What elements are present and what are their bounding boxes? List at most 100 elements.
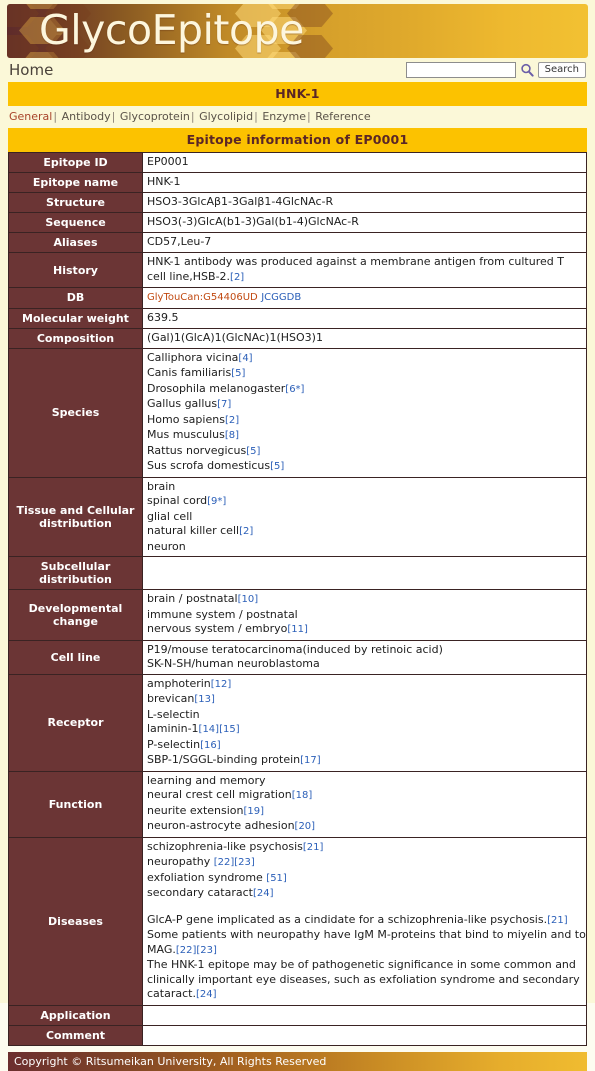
list-item: neuron-astrocyte adhesion[20] bbox=[147, 819, 586, 835]
epitope-info-table: Epitope ID EP0001 Epitope name HNK-1 Str… bbox=[8, 152, 587, 1046]
list-item-text: L-selectin bbox=[147, 707, 200, 721]
row-value-db: GlyTouCan:G54406UD JCGGDB bbox=[142, 287, 587, 309]
row-value-receptor: amphoterin[12] brevican[13] L-selectin lami… bbox=[142, 673, 587, 772]
reference-link[interactable]: [11] bbox=[287, 624, 308, 635]
reference-link[interactable]: [18] bbox=[292, 790, 313, 801]
list-item-text: Mus musculus bbox=[147, 428, 225, 441]
reference-link[interactable]: [5] bbox=[270, 461, 284, 472]
list-item: exfoliation syndrome [51] bbox=[147, 871, 586, 887]
reference-link[interactable]: [12] bbox=[211, 679, 232, 690]
row-label-cell-line: Cell line bbox=[8, 639, 143, 675]
row-label-molecular-weight: Molecular weight bbox=[8, 307, 143, 329]
list-item: Calliphora vicina[4] bbox=[147, 351, 586, 367]
list-item-text: P19/mouse teratocarcinoma(induced by ret… bbox=[147, 642, 443, 656]
reference-link[interactable]: [14][15] bbox=[199, 724, 240, 735]
list-item-text: Homo sapiens bbox=[147, 412, 225, 426]
list-item-text: immune system / postnatal bbox=[147, 607, 298, 621]
table-row: Structure HSO3-3GlcAβ1-3Galβ1-4GlcNAc-R bbox=[8, 192, 587, 213]
nav-link-reference[interactable]: Reference bbox=[315, 110, 370, 123]
reference-link[interactable]: [8] bbox=[225, 430, 239, 441]
reference-link[interactable]: [24] bbox=[253, 888, 274, 899]
reference-link[interactable]: [24] bbox=[196, 989, 217, 1000]
row-value-species: Calliphora vicina[4] Canis familiaris[5] D… bbox=[142, 347, 587, 478]
reference-link[interactable]: [21] bbox=[303, 842, 324, 853]
reference-link[interactable]: [22][23] bbox=[214, 857, 255, 868]
list-item-text: secondary cataract bbox=[147, 886, 253, 899]
list-item: Sus scrofa domesticus[5] bbox=[147, 459, 586, 475]
reference-link[interactable]: [2] bbox=[230, 272, 244, 283]
table-row: Sequence HSO3(-3)GlcA(b1-3)Gal(b1-4)GlcN… bbox=[8, 212, 587, 233]
reference-link[interactable]: [6*] bbox=[285, 384, 304, 395]
list-item-text: neuron bbox=[147, 539, 186, 553]
search-input[interactable] bbox=[405, 61, 516, 78]
list-item-text: Sus scrofa domesticus bbox=[147, 459, 271, 472]
glytoucan-link[interactable]: GlyTouCan:G54406UD bbox=[147, 292, 258, 303]
site-banner: GlycoEpitope bbox=[7, 4, 588, 58]
history-text: HNK-1 antibody was produced against a me… bbox=[147, 255, 564, 283]
reference-link[interactable]: [7] bbox=[217, 399, 231, 410]
list-item: Mus musculus[8] bbox=[147, 428, 586, 444]
reference-link[interactable]: [20] bbox=[295, 821, 316, 832]
list-item: GlcA-P gene implicated as a cindidate fo… bbox=[147, 913, 586, 929]
list-item: natural killer cell[2] bbox=[147, 524, 586, 540]
row-label-function: Function bbox=[8, 770, 143, 838]
row-label-tissue: Tissue and Cellular distribution bbox=[8, 476, 143, 557]
reference-link[interactable]: [2] bbox=[239, 526, 253, 537]
row-value-application bbox=[142, 1004, 587, 1026]
reference-link[interactable]: [13] bbox=[194, 694, 215, 705]
table-row: Diseases schizophrenia-like psychosis[21… bbox=[8, 836, 587, 1006]
reference-link[interactable]: [21] bbox=[547, 915, 568, 926]
section-title-banner: Epitope information of EP0001 bbox=[8, 128, 587, 152]
reference-link[interactable]: [10] bbox=[238, 594, 259, 605]
reference-link[interactable]: [5] bbox=[231, 368, 245, 379]
reference-link[interactable]: [2] bbox=[225, 415, 239, 426]
logo-text-epitope: Epitope bbox=[151, 6, 305, 54]
home-link[interactable]: Home bbox=[9, 60, 53, 80]
list-item-text: Calliphora vicina bbox=[147, 350, 239, 364]
list-item: immune system / postnatal bbox=[147, 608, 586, 623]
table-row: Epitope ID EP0001 bbox=[8, 152, 587, 173]
nav-link-glycoprotein[interactable]: Glycoprotein bbox=[120, 110, 190, 123]
diseases-list: schizophrenia-like psychosis[21] neuropat… bbox=[147, 840, 586, 902]
reference-link[interactable]: [5] bbox=[246, 446, 260, 457]
row-value-composition: (Gal)1(GlcA)1(GlcNAc)1(HSO3)1 bbox=[142, 327, 587, 349]
list-item: L-selectin bbox=[147, 708, 586, 723]
nav-separator: | bbox=[190, 110, 195, 123]
row-value-cell-line: P19/mouse teratocarcinoma(induced by ret… bbox=[142, 639, 587, 675]
nav-link-glycolipid[interactable]: Glycolipid bbox=[199, 110, 253, 123]
table-row: Composition (Gal)1(GlcA)1(GlcNAc)1(HSO3)… bbox=[8, 327, 587, 349]
list-item-text: Rattus norvegicus bbox=[147, 443, 247, 457]
site-logo[interactable]: GlycoEpitope bbox=[39, 4, 304, 58]
list-item-text: learning and memory bbox=[147, 773, 266, 787]
nav-link-antibody[interactable]: Antibody bbox=[62, 110, 111, 123]
site-banner-wrapper: GlycoEpitope bbox=[0, 0, 595, 58]
reference-link[interactable]: [4] bbox=[238, 353, 252, 364]
nav-link-enzyme[interactable]: Enzyme bbox=[262, 110, 306, 123]
table-row: Application bbox=[8, 1004, 587, 1026]
search-area: Search bbox=[405, 61, 586, 78]
table-row: Function learning and memory neural crest… bbox=[8, 770, 587, 838]
jcggdb-link[interactable]: JCGGDB bbox=[261, 292, 301, 303]
table-row: Molecular weight 639.5 bbox=[8, 307, 587, 329]
table-row: Epitope name HNK-1 bbox=[8, 172, 587, 193]
nav-link-general[interactable]: General bbox=[9, 110, 52, 123]
reference-link[interactable]: [16] bbox=[200, 740, 221, 751]
table-row: Receptor amphoterin[12] brevican[13] L-sel… bbox=[8, 673, 587, 772]
table-row: Tissue and Cellular distribution brain sp… bbox=[8, 476, 587, 557]
reference-link[interactable]: [22][23] bbox=[176, 945, 217, 956]
search-button[interactable]: Search bbox=[537, 61, 586, 78]
row-label-epitope-id: Epitope ID bbox=[8, 152, 143, 173]
list-item-text: nervous system / embryo bbox=[147, 622, 288, 635]
page-root: GlycoEpitope Home Search HNK-1 General| … bbox=[0, 0, 595, 1071]
reference-link[interactable]: [17] bbox=[300, 755, 321, 766]
table-row: Comment bbox=[8, 1024, 587, 1046]
row-label-comment: Comment bbox=[8, 1024, 143, 1046]
list-item-text: Drosophila melanogaster bbox=[147, 381, 286, 395]
table-row: Cell line P19/mouse teratocarcinoma(indu… bbox=[8, 639, 587, 675]
reference-link[interactable]: [19] bbox=[244, 806, 265, 817]
reference-link[interactable]: [9*] bbox=[207, 496, 226, 507]
reference-link[interactable]: [51] bbox=[266, 873, 287, 884]
list-item: schizophrenia-like psychosis[21] bbox=[147, 840, 586, 856]
list-item-text: GlcA-P gene implicated as a cindidate fo… bbox=[147, 912, 548, 926]
list-item: laminin-1[14][15] bbox=[147, 722, 586, 738]
